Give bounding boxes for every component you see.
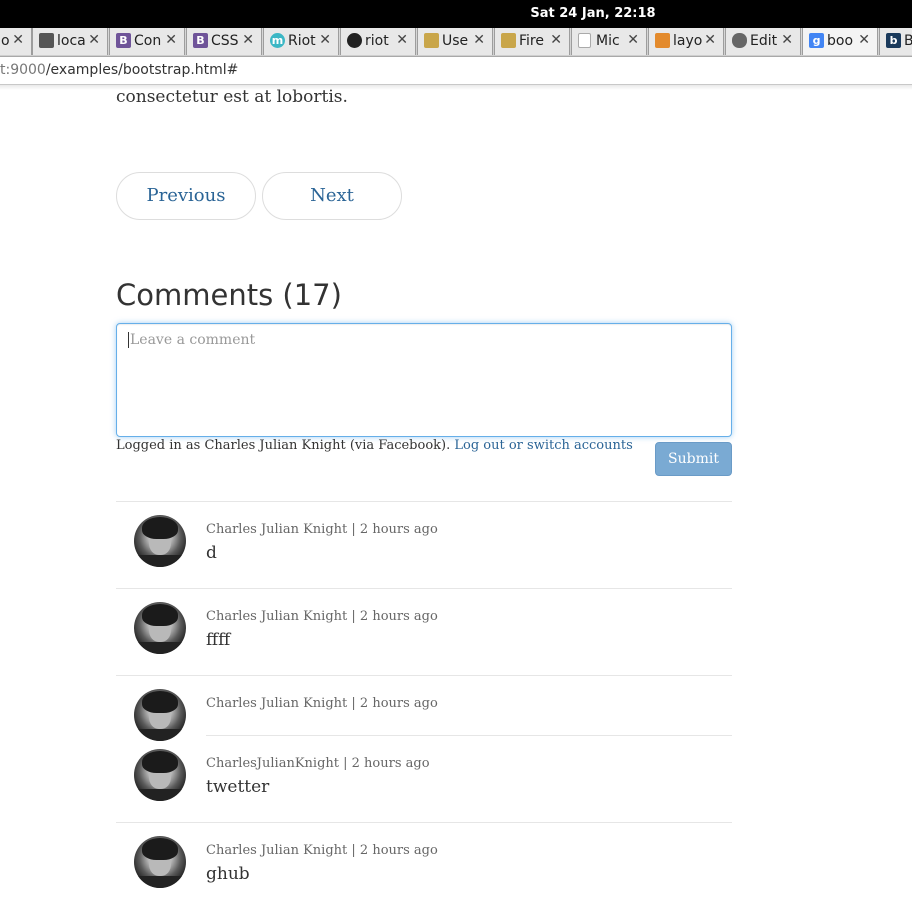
page-content: consectetur est at lobortis. Previous Ne… xyxy=(0,87,912,899)
submit-button[interactable]: Submit xyxy=(655,442,732,476)
comment-placeholder: Leave a comment xyxy=(130,332,256,348)
clock[interactable]: Sat 24 Jan, 22:18 xyxy=(0,6,912,21)
avatar[interactable] xyxy=(134,836,186,888)
comment-item: Charles Julian Knight | 2 hours ago ghub xyxy=(116,822,732,909)
close-icon[interactable]: ✕ xyxy=(627,32,639,48)
browser-tab[interactable]: o ✕ xyxy=(0,28,32,55)
browser-tab[interactable]: b B xyxy=(879,28,912,55)
avatar[interactable] xyxy=(134,602,186,654)
close-icon[interactable]: ✕ xyxy=(781,32,793,48)
comment-item: Charles Julian Knight | 2 hours ago ffff xyxy=(116,588,732,675)
article-text: consectetur est at lobortis. xyxy=(116,87,348,107)
comment-text: ghub xyxy=(206,864,250,884)
close-icon[interactable]: ✕ xyxy=(12,32,24,48)
close-icon[interactable]: ✕ xyxy=(165,32,177,48)
url-host: t:9000 xyxy=(0,62,46,78)
browser-tab-active[interactable]: g boo ✕ xyxy=(802,28,878,55)
comment-item: Charles Julian Knight | 2 hours ago d xyxy=(116,501,732,588)
tab-label: CSS xyxy=(211,33,239,49)
database-icon xyxy=(501,33,516,48)
browser-tab[interactable]: Mic ✕ xyxy=(571,28,647,55)
browser-tab[interactable]: layo ✕ xyxy=(648,28,724,55)
close-icon[interactable]: ✕ xyxy=(242,32,254,48)
comment-time: 2 hours ago xyxy=(359,696,438,711)
comment-time: 2 hours ago xyxy=(359,843,438,858)
comment-meta: CharlesJulianKnight | 2 hours ago xyxy=(206,756,430,771)
comment-author[interactable]: Charles Julian Knight xyxy=(206,843,347,858)
browser-tab[interactable]: B Con ✕ xyxy=(109,28,185,55)
tab-label: Edit xyxy=(750,33,778,49)
comment-textarea[interactable]: Leave a comment xyxy=(116,323,732,437)
browser-tab[interactable]: m Riot ✕ xyxy=(263,28,339,55)
comment-text: ffff xyxy=(206,630,231,650)
comment-time: 2 hours ago xyxy=(351,756,430,771)
tab-label: boo xyxy=(827,33,854,49)
stackoverflow-icon xyxy=(655,33,670,48)
browser-tab[interactable]: B CSS ✕ xyxy=(186,28,262,55)
close-icon[interactable]: ✕ xyxy=(88,32,100,48)
document-icon xyxy=(578,33,591,48)
riot-icon: m xyxy=(270,33,285,48)
bootstrap-icon: B xyxy=(116,33,131,48)
comment-author[interactable]: Charles Julian Knight xyxy=(206,696,347,711)
address-bar[interactable]: t:9000/examples/bootstrap.html# xyxy=(0,57,912,85)
avatar[interactable] xyxy=(134,749,186,801)
url-path: /examples/bootstrap.html# xyxy=(45,62,239,78)
tab-label: Fire xyxy=(519,33,544,49)
login-status: Logged in as Charles Julian Knight (via … xyxy=(116,438,633,453)
text-cursor xyxy=(128,332,129,348)
google-icon: g xyxy=(809,33,824,48)
tab-label: Use xyxy=(442,33,469,49)
tab-label: Mic xyxy=(596,33,620,49)
browser-tab[interactable]: Fire ✕ xyxy=(494,28,570,55)
comment-meta: Charles Julian Knight | 2 hours ago xyxy=(206,522,438,537)
comment-text: d xyxy=(206,543,217,563)
page-icon xyxy=(39,33,54,48)
login-text: Logged in as Charles Julian Knight (via … xyxy=(116,438,451,453)
nested-divider xyxy=(206,735,732,736)
comments-heading: Comments (17) xyxy=(116,278,342,312)
tab-label: layo xyxy=(673,33,703,49)
comment-time: 2 hours ago xyxy=(359,522,438,537)
logout-link[interactable]: Log out or switch accounts xyxy=(454,438,632,453)
next-button[interactable]: Next xyxy=(262,172,402,220)
comment-meta: Charles Julian Knight | 2 hours ago xyxy=(206,696,438,711)
bootstrap-icon: B xyxy=(193,33,208,48)
url-text[interactable]: t:9000/examples/bootstrap.html# xyxy=(0,62,238,78)
browser-tab[interactable]: loca ✕ xyxy=(32,28,108,55)
browser-tab[interactable]: Edit ✕ xyxy=(725,28,801,55)
close-icon[interactable]: ✕ xyxy=(319,32,331,48)
close-icon[interactable]: ✕ xyxy=(858,32,870,48)
avatar[interactable] xyxy=(134,689,186,741)
close-icon[interactable]: ✕ xyxy=(396,32,408,48)
close-icon[interactable]: ✕ xyxy=(704,32,716,48)
tab-label: Con xyxy=(134,33,162,49)
comment-item: Charles Julian Knight | 2 hours ago Char… xyxy=(116,675,732,822)
comment-author[interactable]: Charles Julian Knight xyxy=(206,522,347,537)
comment-time: 2 hours ago xyxy=(359,609,438,624)
comment-author[interactable]: CharlesJulianKnight xyxy=(206,756,339,771)
close-icon[interactable]: ✕ xyxy=(550,32,562,48)
tab-label: loca xyxy=(57,33,86,49)
browser-tab[interactable]: riot ✕ xyxy=(340,28,416,55)
system-top-bar: Sat 24 Jan, 22:18 xyxy=(0,0,912,28)
tab-label: Riot xyxy=(288,33,316,49)
cloud-icon xyxy=(732,33,747,48)
app-icon: b xyxy=(886,33,901,48)
tab-label: riot xyxy=(365,33,389,49)
comment-text: twetter xyxy=(206,777,270,797)
comment-meta: Charles Julian Knight | 2 hours ago xyxy=(206,843,438,858)
tab-label: B xyxy=(904,33,912,49)
avatar[interactable] xyxy=(134,515,186,567)
database-icon xyxy=(424,33,439,48)
browser-tab-strip: o ✕ loca ✕ B Con ✕ B CSS ✕ m Riot ✕ riot… xyxy=(0,28,912,57)
comment-author[interactable]: Charles Julian Knight xyxy=(206,609,347,624)
comment-meta: Charles Julian Knight | 2 hours ago xyxy=(206,609,438,624)
github-icon xyxy=(347,33,362,48)
previous-button[interactable]: Previous xyxy=(116,172,256,220)
close-icon[interactable]: ✕ xyxy=(473,32,485,48)
browser-tab[interactable]: Use ✕ xyxy=(417,28,493,55)
